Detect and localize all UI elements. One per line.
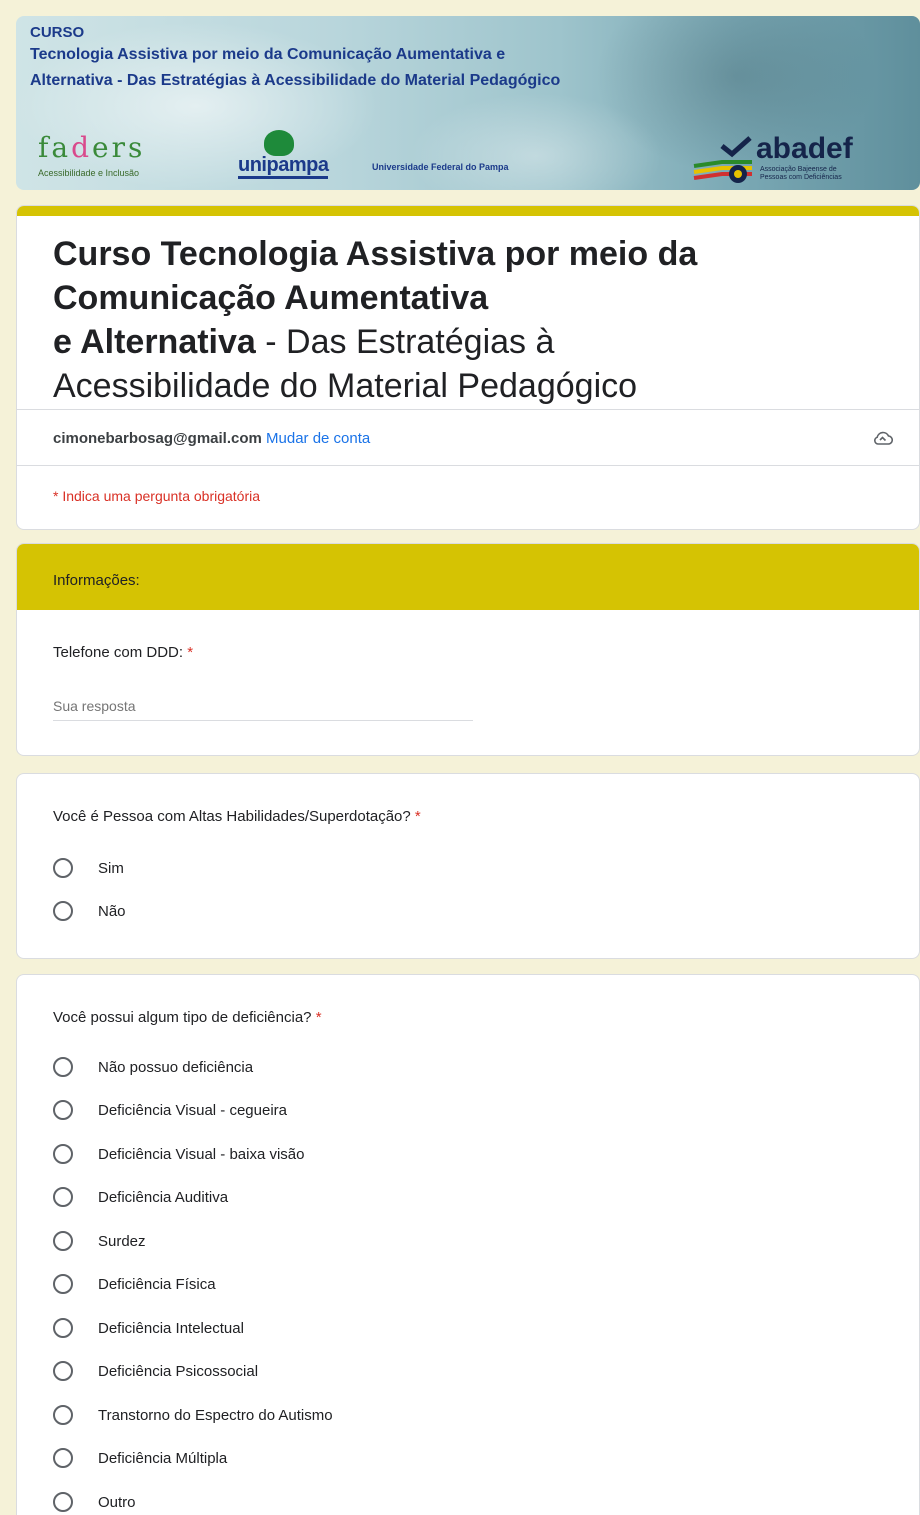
radio-option[interactable]: Sim — [53, 858, 124, 878]
radio-option[interactable]: Transtorno do Espectro do Autismo — [53, 1405, 333, 1425]
question-card-deficiencia: Você possui algum tipo de deficiência? *… — [16, 974, 920, 1515]
accent-bar — [17, 206, 919, 216]
radio-option[interactable]: Deficiência Visual - baixa visão — [53, 1144, 305, 1164]
required-note: * Indica uma pergunta obrigatória — [53, 488, 261, 504]
radio-button[interactable] — [53, 1057, 73, 1077]
abadef-logo: abadef Associação Bajeense de Pessoas co… — [692, 132, 912, 186]
question-title-phone: Telefone com DDD: * — [53, 644, 194, 661]
account-email: cimonebarbosag@gmail.com — [53, 430, 262, 447]
radio-button[interactable] — [53, 1492, 73, 1512]
account-row: cimonebarbosag@gmail.com Mudar de conta — [53, 430, 370, 447]
radio-button[interactable] — [53, 1231, 73, 1251]
radio-option[interactable]: Outro — [53, 1492, 136, 1512]
question-title-altas-habilidades: Você é Pessoa com Altas Habilidades/Supe… — [53, 808, 421, 825]
phone-input[interactable] — [53, 698, 473, 721]
radio-button[interactable] — [53, 1274, 73, 1294]
radio-button[interactable] — [53, 1448, 73, 1468]
radio-option[interactable]: Não possuo deficiência — [53, 1057, 253, 1077]
radio-button[interactable] — [53, 1187, 73, 1207]
question-title-deficiencia: Você possui algum tipo de deficiência? * — [53, 1009, 322, 1026]
switch-account-link[interactable]: Mudar de conta — [266, 430, 370, 447]
radio-option[interactable]: Deficiência Física — [53, 1274, 216, 1294]
radio-option[interactable]: Deficiência Intelectual — [53, 1318, 244, 1338]
radio-button[interactable] — [53, 858, 73, 878]
section-card: Informações: Telefone com DDD: * — [16, 543, 920, 756]
banner-curso-label: CURSO — [30, 24, 85, 41]
radio-option[interactable]: Deficiência Auditiva — [53, 1187, 228, 1207]
radio-button[interactable] — [53, 1361, 73, 1381]
radio-button[interactable] — [53, 1100, 73, 1120]
section-title: Informações: — [17, 544, 919, 610]
radio-button[interactable] — [53, 1405, 73, 1425]
form-header-card: Curso Tecnologia Assistiva por meio da C… — [16, 205, 920, 530]
banner-title-line1: Tecnologia Assistiva por meio da Comunic… — [30, 46, 506, 63]
question-card-altas-habilidades: Você é Pessoa com Altas Habilidades/Supe… — [16, 773, 920, 959]
unipampa-logo: unipampa Universidade Federal do Pampa — [238, 130, 509, 179]
radio-option[interactable]: Surdez — [53, 1231, 146, 1251]
faders-logo: faders Acessibilidade e Inclusão — [38, 131, 146, 179]
radio-option[interactable]: Deficiência Múltipla — [53, 1448, 227, 1468]
radio-option[interactable]: Deficiência Psicossocial — [53, 1361, 258, 1381]
header-banner: CURSO Tecnologia Assistiva por meio da C… — [16, 16, 920, 190]
radio-button[interactable] — [53, 901, 73, 921]
radio-button[interactable] — [53, 1318, 73, 1338]
banner-title-line2: Alternativa - Das Estratégias à Acessibi… — [30, 72, 561, 89]
cloud-save-icon — [873, 430, 894, 451]
radio-button[interactable] — [53, 1144, 73, 1164]
radio-option[interactable]: Deficiência Visual - cegueira — [53, 1100, 287, 1120]
radio-option[interactable]: Não — [53, 901, 126, 921]
form-title: Curso Tecnologia Assistiva por meio da C… — [53, 235, 698, 405]
banner-title: CURSO Tecnologia Assistiva por meio da C… — [30, 24, 910, 94]
